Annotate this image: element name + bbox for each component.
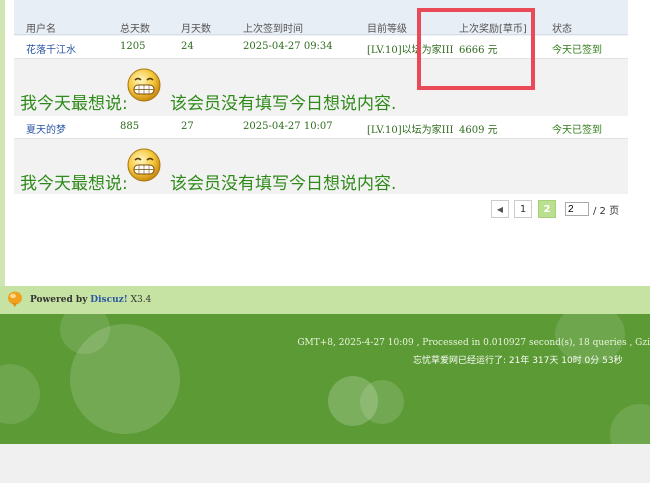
processed-info: GMT+8, 2025-4-27 10:09 , Processed in 0.… bbox=[297, 338, 650, 348]
page-1-button[interactable]: 1 bbox=[514, 200, 532, 218]
page-jump-input[interactable] bbox=[565, 202, 589, 216]
table-row: 夏天的梦 885 27 2025-04-27 10:07 [LV.10]以坛为家… bbox=[14, 116, 628, 139]
last-signin-time: 2025-04-27 10:07 bbox=[243, 121, 333, 132]
powered-by-bar: Powered by Discuz! X3.4 bbox=[0, 286, 650, 314]
mood-label: 我今天最想说: bbox=[20, 94, 128, 114]
site-footer: GMT+8, 2025-4-27 10:09 , Processed in 0.… bbox=[0, 314, 650, 444]
month-days: 27 bbox=[181, 121, 194, 132]
grin-emoji-icon bbox=[127, 68, 161, 102]
discuz-link[interactable]: Discuz! bbox=[90, 295, 127, 305]
col-last-time: 上次签到时间 bbox=[243, 24, 303, 35]
mood-text: 该会员没有填写今日想说内容. bbox=[170, 174, 397, 194]
mood-row: 我今天最想说: 该会员没有填写今日想说内容. bbox=[14, 139, 628, 195]
prev-page-button[interactable]: ◀ bbox=[491, 200, 509, 218]
col-username: 用户名 bbox=[26, 24, 56, 35]
footer-bubble bbox=[360, 380, 404, 424]
mood-row: 我今天最想说: 该会员没有填写今日想说内容. bbox=[14, 59, 628, 115]
reward: 4609 元 bbox=[459, 125, 498, 136]
mood-text: 该会员没有填写今日想说内容. bbox=[170, 94, 397, 114]
page-bottom-area bbox=[0, 444, 650, 483]
site-runtime: 忘忧草爱网已经运行了: 21年 317天 10时 0分 53秒 bbox=[413, 356, 623, 366]
signin-table: 用户名 总天数 月天数 上次签到时间 目前等级 上次奖励[草币] 状态 花落千江… bbox=[14, 0, 628, 230]
username-link[interactable]: 夏天的梦 bbox=[26, 121, 66, 136]
content-frame-left-border bbox=[0, 0, 5, 288]
col-status: 状态 bbox=[552, 24, 572, 35]
col-total-days: 总天数 bbox=[120, 24, 150, 35]
footer-bubble bbox=[610, 404, 650, 444]
username-link[interactable]: 花落千江水 bbox=[26, 41, 76, 56]
last-signin-time: 2025-04-27 09:34 bbox=[243, 41, 333, 52]
discuz-version: X3.4 bbox=[130, 295, 152, 305]
total-days: 885 bbox=[120, 121, 140, 132]
table-header: 用户名 总天数 月天数 上次签到时间 目前等级 上次奖励[草币] 状态 bbox=[14, 0, 628, 35]
col-month-days: 月天数 bbox=[181, 24, 211, 35]
discuz-logo-icon bbox=[8, 291, 22, 307]
status: 今天已签到 bbox=[552, 125, 602, 136]
col-level: 目前等级 bbox=[367, 24, 407, 35]
footer-bubble bbox=[0, 364, 40, 424]
page-2-current: 2 bbox=[538, 200, 556, 218]
powered-by-text: Powered by Discuz! X3.4 bbox=[30, 295, 151, 305]
table-row: 花落千江水 1205 24 2025-04-27 09:34 [LV.10]以坛… bbox=[14, 36, 628, 59]
page-total: / 2 页 bbox=[593, 206, 620, 217]
mood-label: 我今天最想说: bbox=[20, 174, 128, 194]
month-days: 24 bbox=[181, 41, 194, 52]
grin-emoji-icon bbox=[127, 148, 161, 182]
reward-highlight-box bbox=[417, 8, 535, 90]
level: [LV.10]以坛为家III bbox=[367, 125, 454, 136]
pagination: ◀ 1 2 / 2 页 bbox=[14, 194, 628, 230]
total-days: 1205 bbox=[120, 41, 146, 52]
powered-prefix: Powered by bbox=[30, 295, 88, 305]
status: 今天已签到 bbox=[552, 45, 602, 56]
